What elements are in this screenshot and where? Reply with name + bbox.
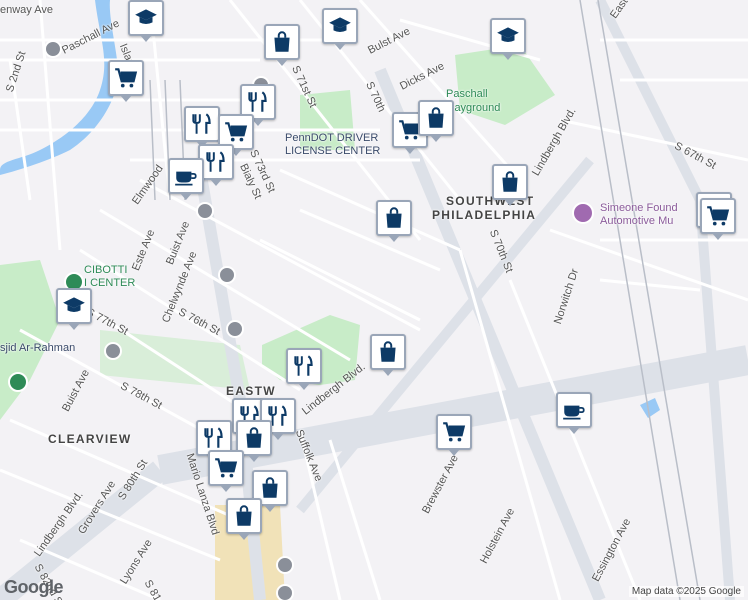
cafe-marker[interactable] (556, 392, 592, 434)
school-marker[interactable] (128, 0, 164, 42)
shopping-cart-icon (113, 65, 139, 91)
neighborhood-label: PHILADELPHIA (432, 208, 537, 222)
park-icon[interactable] (8, 372, 28, 392)
restaurant-marker[interactable] (286, 348, 322, 390)
school-icon (495, 23, 521, 49)
poi-label: I CENTER (84, 277, 136, 289)
poi-label: sjid Ar-Rahman (0, 342, 76, 354)
shopping-bag-icon (375, 339, 401, 365)
place-of-worship-icon[interactable] (104, 342, 122, 360)
shopping-cart-marker[interactable] (108, 60, 144, 102)
restaurant-icon (203, 149, 229, 175)
map-canvas[interactable]: enway Ave Paschall Ave Island Ave S 2nd … (0, 0, 748, 600)
shopping-cart-icon (705, 203, 731, 229)
school-icon (327, 13, 353, 39)
school-marker[interactable] (490, 18, 526, 60)
restaurant-icon (245, 89, 271, 115)
shopping-bag-icon (231, 503, 257, 529)
shopping-bag-icon (241, 425, 267, 451)
shopping-cart-marker[interactable] (436, 414, 472, 456)
street-label: enway Ave (0, 4, 54, 16)
shopping-bag-marker[interactable] (376, 200, 412, 242)
neighborhood-label: EASTW (226, 384, 276, 398)
transit-icon[interactable] (276, 584, 294, 600)
shopping-bag-icon (269, 29, 295, 55)
shopping-bag-icon (381, 205, 407, 231)
transit-icon[interactable] (196, 202, 214, 220)
shopping-cart-marker[interactable] (700, 198, 736, 240)
poi-label: layground (452, 102, 501, 114)
restaurant-marker[interactable] (184, 106, 220, 148)
map-attribution[interactable]: Map data ©2025 Google (628, 586, 744, 597)
neighborhood-label: CLEARVIEW (48, 432, 132, 446)
transit-icon[interactable] (226, 320, 244, 338)
poi-label: LICENSE CENTER (285, 145, 381, 157)
shopping-bag-marker[interactable] (264, 24, 300, 66)
transit-icon[interactable] (44, 40, 62, 58)
shopping-bag-marker[interactable] (370, 334, 406, 376)
shopping-bag-marker[interactable] (492, 164, 528, 206)
restaurant-icon (189, 111, 215, 137)
shopping-cart-icon (223, 119, 249, 145)
poi-label: Simeone Found (600, 202, 678, 214)
poi-label: Paschall (446, 88, 488, 100)
shopping-bag-marker[interactable] (418, 100, 454, 142)
school-icon (61, 293, 87, 319)
museum-icon[interactable] (572, 202, 594, 224)
transit-icon[interactable] (218, 266, 236, 284)
school-marker[interactable] (56, 288, 92, 330)
cafe-icon (173, 163, 199, 189)
school-icon (133, 5, 159, 31)
shopping-cart-marker[interactable] (208, 450, 244, 492)
restaurant-icon (291, 353, 317, 379)
shopping-bag-icon (257, 475, 283, 501)
shopping-cart-icon (213, 455, 239, 481)
shopping-cart-icon (441, 419, 467, 445)
cafe-icon (561, 397, 587, 423)
transit-icon[interactable] (276, 556, 294, 574)
cafe-marker[interactable] (168, 158, 204, 200)
poi-label: Automotive Mu (600, 215, 674, 227)
school-marker[interactable] (322, 8, 358, 50)
google-logo: Google (4, 577, 64, 597)
poi-label: CIBOTTI (84, 264, 128, 276)
poi-label: PennDOT DRIVER (285, 132, 379, 144)
shopping-bag-icon (497, 169, 523, 195)
shopping-bag-icon (423, 105, 449, 131)
restaurant-icon (201, 425, 227, 451)
shopping-bag-marker[interactable] (226, 498, 262, 540)
